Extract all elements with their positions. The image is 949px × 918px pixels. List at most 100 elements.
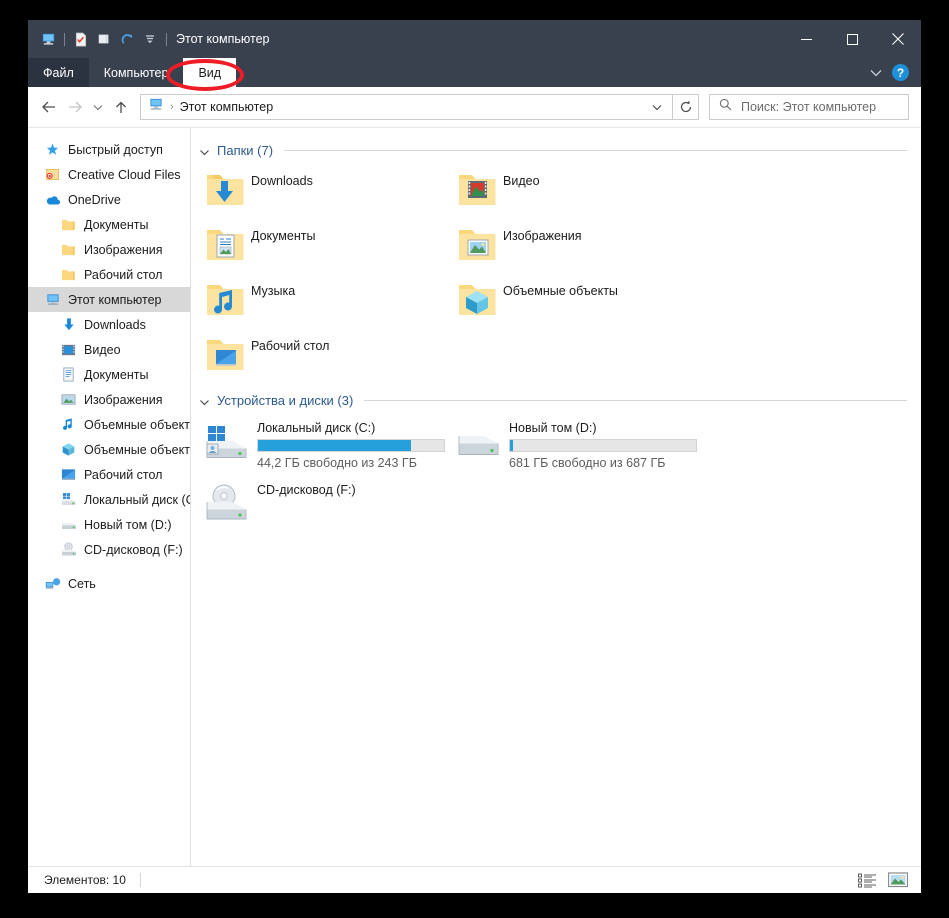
minimize-button[interactable] xyxy=(783,20,829,58)
drive-item-new-volume-d[interactable]: Новый том (D:) 681 ГБ свободно из 687 ГБ xyxy=(451,415,703,477)
group-title: Папки (7) xyxy=(217,142,274,158)
qat-separator-2 xyxy=(166,32,167,46)
drive-info: Локальный диск (C:) 44,2 ГБ свободно из … xyxy=(257,420,445,470)
sidebar-item-label: Изображения xyxy=(84,392,163,407)
view-buttons xyxy=(856,871,909,890)
new-folder-icon[interactable] xyxy=(94,29,114,49)
refresh-button[interactable] xyxy=(673,94,699,120)
sidebar-item-new-volume-d[interactable]: Новый том (D:) xyxy=(28,512,190,537)
pictures-icon xyxy=(60,391,77,408)
3d-objects-icon xyxy=(60,441,77,458)
cd-drive-icon xyxy=(60,541,77,558)
tab-file[interactable]: Файл xyxy=(28,58,89,87)
documents-icon xyxy=(60,366,77,383)
sidebar-item-label: Downloads xyxy=(84,317,146,332)
search-icon xyxy=(719,98,732,116)
chevron-down-icon[interactable] xyxy=(199,395,210,406)
folder-item-label: Документы xyxy=(251,229,316,243)
close-button[interactable] xyxy=(875,20,921,58)
back-button[interactable] xyxy=(36,94,62,120)
sidebar-item-3d-objects[interactable]: Объемные объекты xyxy=(28,437,190,462)
sidebar-item-label: Рабочий стол xyxy=(84,467,163,482)
sidebar-item-creative-cloud-files[interactable]: Creative Cloud Files xyxy=(28,162,190,187)
details-view-button[interactable] xyxy=(856,871,878,890)
sidebar-item-local-disk-c[interactable]: Локальный диск (C:) xyxy=(28,487,190,512)
tab-computer[interactable]: Компьютер xyxy=(89,58,184,87)
folder-item-3d-objects[interactable]: Объемные объекты xyxy=(451,275,703,330)
large-icons-view-button[interactable] xyxy=(887,871,909,890)
folder-item-pictures[interactable]: Изображения xyxy=(451,220,703,275)
drives-grid: Локальный диск (C:) 44,2 ГБ свободно из … xyxy=(199,415,907,539)
sidebar-item-onedrive-desktop[interactable]: Рабочий стол xyxy=(28,262,190,287)
sidebar-item-quick-access[interactable]: Быстрый доступ xyxy=(28,137,190,162)
window-controls xyxy=(783,20,921,58)
recent-locations-button[interactable] xyxy=(88,94,108,120)
customize-qat-icon[interactable] xyxy=(140,29,160,49)
tab-view[interactable]: Вид xyxy=(183,58,237,87)
drive-label: Локальный диск (C:) xyxy=(257,421,376,435)
navigation-pane[interactable]: Быстрый доступ Creative Cloud Files OneD… xyxy=(28,128,191,866)
folder-item-downloads[interactable]: Downloads xyxy=(199,165,451,220)
group-header-drives[interactable]: Устройства и диски (3) xyxy=(199,389,907,411)
sidebar-item-label: Документы xyxy=(84,367,149,382)
downloads-icon xyxy=(60,316,77,333)
sidebar-item-onedrive-pictures[interactable]: Изображения xyxy=(28,237,190,262)
chevron-down-icon[interactable] xyxy=(199,145,210,156)
status-separator xyxy=(139,873,141,887)
folders-grid: Downloads Видео Документы Изображения Му… xyxy=(199,165,907,385)
breadcrumb-separator: › xyxy=(170,101,174,113)
maximize-button[interactable] xyxy=(829,20,875,58)
drive-item-cd-drive-f[interactable]: CD-дисковод (F:) xyxy=(199,477,451,539)
sidebar-item-videos[interactable]: Видео xyxy=(28,337,190,362)
folder-music-icon xyxy=(199,281,251,327)
qat-separator-1 xyxy=(64,32,65,46)
forward-button[interactable] xyxy=(62,94,88,120)
sidebar-item-label: Документы xyxy=(84,217,149,232)
sidebar-item-label: Сеть xyxy=(68,576,96,591)
folder-item-music[interactable]: Музыка xyxy=(199,275,451,330)
group-rule xyxy=(284,149,907,151)
sidebar-item-documents[interactable]: Документы xyxy=(28,362,190,387)
this-pc-icon xyxy=(44,291,61,308)
video-icon xyxy=(60,341,77,358)
redo-icon[interactable] xyxy=(117,29,137,49)
file-list-pane[interactable]: Папки (7) Downloads Видео Документы Изоб… xyxy=(191,128,921,866)
folder-3d-icon xyxy=(451,281,503,327)
windows-drive-icon xyxy=(60,491,77,508)
window-body: Быстрый доступ Creative Cloud Files OneD… xyxy=(28,127,921,866)
address-bar-row: › Этот компьютер Поиск: Этот компьютер xyxy=(28,87,921,127)
properties-icon[interactable] xyxy=(71,29,91,49)
drive-usage-bar xyxy=(509,439,697,452)
folder-item-label: Объемные объекты xyxy=(503,284,618,298)
help-button[interactable]: ? xyxy=(892,64,909,81)
sidebar-item-desktop[interactable]: Рабочий стол xyxy=(28,462,190,487)
folder-item-desktop[interactable]: Рабочий стол xyxy=(199,330,451,385)
drive-icon xyxy=(60,516,77,533)
drive-free-text: 681 ГБ свободно из 687 ГБ xyxy=(509,456,666,470)
folder-item-documents[interactable]: Документы xyxy=(199,220,451,275)
sidebar-item-onedrive[interactable]: OneDrive xyxy=(28,187,190,212)
sidebar-item-pictures[interactable]: Изображения xyxy=(28,387,190,412)
up-button[interactable] xyxy=(108,94,134,120)
sidebar-item-cd-drive-f[interactable]: CD-дисковод (F:) xyxy=(28,537,190,562)
folder-icon xyxy=(60,266,77,283)
drive-label: Новый том (D:) xyxy=(509,421,597,435)
breadcrumb-path: Этот компьютер xyxy=(179,100,274,114)
search-input[interactable]: Поиск: Этот компьютер xyxy=(709,94,909,120)
breadcrumb-dropdown-icon[interactable] xyxy=(646,95,668,119)
this-pc-icon[interactable] xyxy=(38,29,58,49)
drive-info: Новый том (D:) 681 ГБ свободно из 687 ГБ xyxy=(509,420,697,470)
sidebar-item-downloads[interactable]: Downloads xyxy=(28,312,190,337)
sidebar-item-this-pc[interactable]: Этот компьютер xyxy=(28,287,190,312)
sidebar-item-onedrive-documents[interactable]: Документы xyxy=(28,212,190,237)
folder-item-video[interactable]: Видео xyxy=(451,165,703,220)
chevron-down-icon[interactable] xyxy=(870,64,882,82)
onedrive-cloud-icon xyxy=(44,191,61,208)
drive-item-local-disk-c[interactable]: Локальный диск (C:) 44,2 ГБ свободно из … xyxy=(199,415,451,477)
group-header-folders[interactable]: Папки (7) xyxy=(199,139,907,161)
sidebar-item-network[interactable]: Сеть xyxy=(28,571,190,596)
breadcrumb[interactable]: › Этот компьютер xyxy=(140,94,673,120)
desktop-icon xyxy=(60,466,77,483)
sidebar-item-music[interactable]: Объемные объекты xyxy=(28,412,190,437)
